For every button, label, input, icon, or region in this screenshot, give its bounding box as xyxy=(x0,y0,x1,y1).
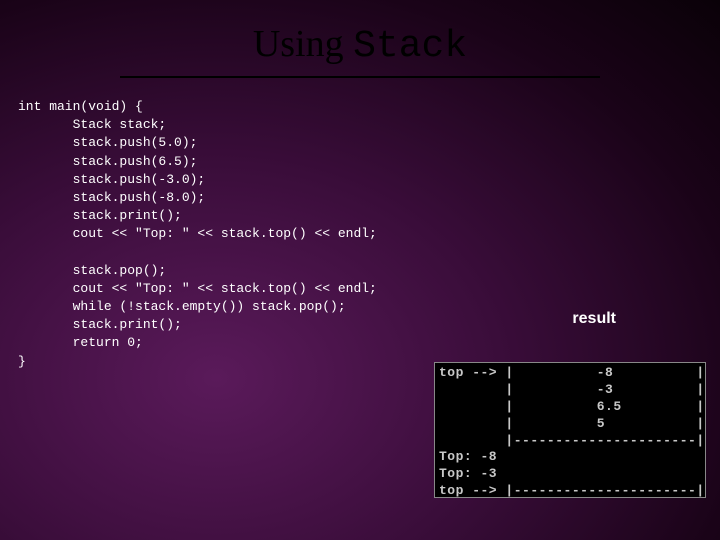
console-line: Top: -8 xyxy=(439,449,497,464)
code-line: stack.pop(); xyxy=(18,263,166,278)
code-line: stack.print(); xyxy=(18,208,182,223)
console-line: | 5 | xyxy=(439,416,705,431)
code-line: Stack stack; xyxy=(18,117,166,132)
code-line: stack.push(6.5); xyxy=(18,154,197,169)
console-line: Top: -3 xyxy=(439,466,497,481)
result-label: result xyxy=(572,310,616,328)
title-word-using: Using xyxy=(253,23,353,65)
code-line: cout << "Top: " << stack.top() << endl; xyxy=(18,226,377,241)
code-line: stack.push(5.0); xyxy=(18,135,197,150)
title-word-stack: Stack xyxy=(353,25,467,68)
console-line: top --> |----------------------| xyxy=(439,483,705,498)
code-line: int main(void) { xyxy=(18,99,143,114)
code-line: cout << "Top: " << stack.top() << endl; xyxy=(18,281,377,296)
code-line: stack.push(-3.0); xyxy=(18,172,205,187)
code-line: return 0; xyxy=(18,335,143,350)
code-line: while (!stack.empty()) stack.pop(); xyxy=(18,299,346,314)
console-line: | -3 | xyxy=(439,382,705,397)
code-block: int main(void) { Stack stack; stack.push… xyxy=(0,98,720,371)
console-line: | 6.5 | xyxy=(439,399,705,414)
slide-title: Using Stack xyxy=(0,0,720,76)
code-line: } xyxy=(18,354,26,369)
code-line: stack.print(); xyxy=(18,317,182,332)
title-underline xyxy=(120,76,600,78)
console-line: top --> | -8 | xyxy=(439,365,705,380)
console-output: top --> | -8 | | -3 | | 6.5 | | 5 | |---… xyxy=(434,362,706,498)
code-line: stack.push(-8.0); xyxy=(18,190,205,205)
console-line: |----------------------| xyxy=(439,433,705,448)
